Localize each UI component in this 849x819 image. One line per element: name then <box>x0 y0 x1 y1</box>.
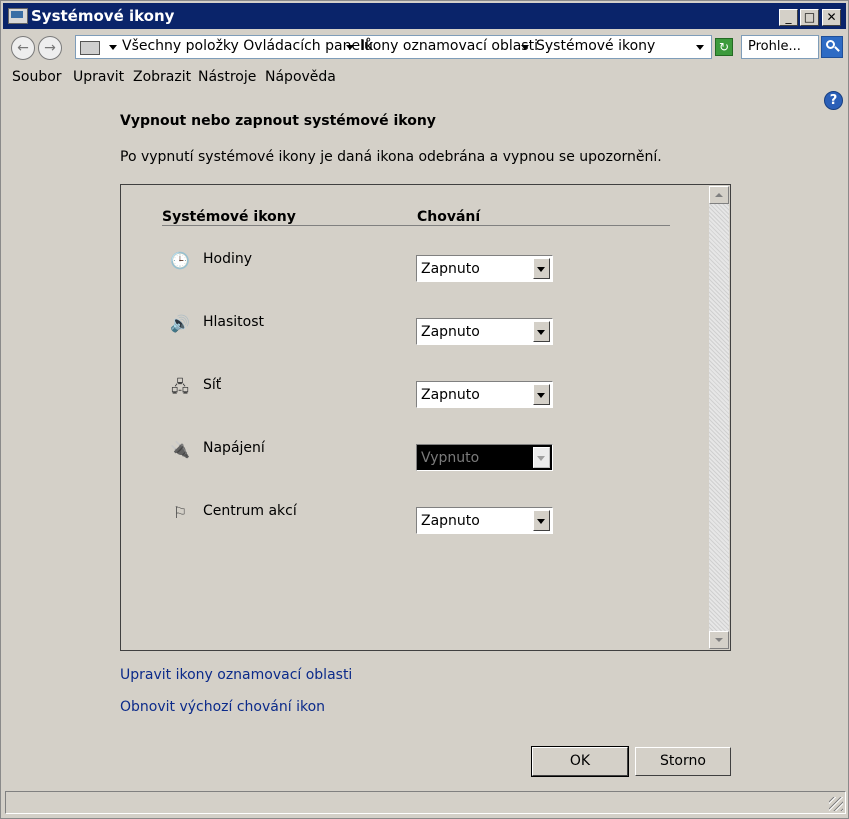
behavior-value: Zapnuto <box>421 387 480 403</box>
row-label-volume: Hlasitost <box>203 314 265 330</box>
restore-default-behavior-link[interactable]: Obnovit výchozí chování ikon <box>120 699 325 715</box>
behavior-value: Zapnuto <box>421 324 480 340</box>
help-icon[interactable]: ? <box>824 91 843 110</box>
behavior-value: Vypnuto <box>421 450 480 466</box>
menu-tools[interactable]: Nástroje <box>198 69 256 85</box>
chevron-down-icon[interactable] <box>109 45 117 50</box>
chevron-down-icon[interactable] <box>533 258 550 279</box>
chevron-down-icon[interactable] <box>346 45 354 50</box>
customize-notification-icons-link[interactable]: Upravit ikony oznamovací oblasti <box>120 667 352 683</box>
ok-button[interactable]: OK <box>531 746 629 777</box>
forward-button[interactable]: → <box>38 36 62 60</box>
page-description: Po vypnutí systémové ikony je daná ikona… <box>120 149 662 165</box>
clock-icon: 🕒 <box>170 251 190 270</box>
back-button[interactable]: ← <box>11 36 35 60</box>
speaker-icon: 🔊 <box>170 314 190 333</box>
breadcrumb-notification-icons[interactable]: Ikony oznamovací oblasti <box>361 38 538 54</box>
page-title: Vypnout nebo zapnout systémové ikony <box>120 113 436 129</box>
row-label-clock: Hodiny <box>203 251 253 267</box>
row-label-network: Síť <box>203 377 222 393</box>
menu-edit[interactable]: Upravit <box>73 69 124 85</box>
breadcrumb-all-items[interactable]: Všechny položky Ovládacích panelů <box>122 38 373 54</box>
chevron-down-icon[interactable] <box>533 384 550 405</box>
search-placeholder: Prohle... <box>748 39 801 54</box>
row-label-action-center: Centrum akcí <box>203 503 297 519</box>
behavior-select-clock[interactable]: Zapnuto <box>416 255 553 282</box>
scroll-down-button[interactable] <box>709 631 729 649</box>
close-button[interactable]: ✕ <box>822 9 841 26</box>
row-label-power: Napájení <box>203 440 265 456</box>
chevron-down-icon[interactable] <box>533 510 550 531</box>
refresh-button[interactable]: ↻ <box>715 38 733 56</box>
search-icon[interactable] <box>821 36 843 58</box>
address-row: ← → Všechny položky Ovládacích panelů Ik… <box>1 31 848 65</box>
control-panel-icon <box>80 41 100 55</box>
flag-icon: ⚐ <box>172 503 188 522</box>
cancel-button[interactable]: Storno <box>635 747 731 776</box>
search-input[interactable]: Prohle... <box>741 35 819 59</box>
status-bar <box>5 791 846 814</box>
vertical-scrollbar[interactable] <box>709 186 729 649</box>
chevron-down-icon[interactable] <box>521 45 529 50</box>
resize-grip[interactable] <box>829 797 843 811</box>
behavior-value: Zapnuto <box>421 513 480 529</box>
scroll-up-button[interactable] <box>709 186 729 204</box>
title-bar: Systémové ikony _ □ ✕ <box>3 3 846 29</box>
breadcrumb-system-icons[interactable]: Systémové ikony <box>536 38 655 54</box>
system-icons-list: Systémové ikony Chování 🕒 Hodiny Zapnuto… <box>120 184 731 651</box>
menu-bar: Soubor Upravit Zobrazit Nástroje Nápověd… <box>1 67 848 89</box>
network-icon: 🖧 <box>171 377 189 396</box>
minimize-button[interactable]: _ <box>779 9 798 26</box>
chevron-down-icon[interactable] <box>533 321 550 342</box>
behavior-select-volume[interactable]: Zapnuto <box>416 318 553 345</box>
computer-icon <box>8 8 28 24</box>
behavior-select-network[interactable]: Zapnuto <box>416 381 553 408</box>
address-dropdown-icon[interactable] <box>696 45 704 50</box>
power-icon: 🔌 <box>170 440 190 459</box>
behavior-value: Zapnuto <box>421 261 480 277</box>
window: Systémové ikony _ □ ✕ ← → Všechny položk… <box>0 0 849 819</box>
column-header-behavior: Chování <box>417 209 481 225</box>
behavior-select-power: Vypnuto <box>416 444 553 471</box>
menu-help[interactable]: Nápověda <box>265 69 336 85</box>
menu-file[interactable]: Soubor <box>12 69 62 85</box>
window-title: Systémové ikony <box>31 7 175 25</box>
chevron-down-icon <box>533 447 550 468</box>
header-divider <box>162 225 670 226</box>
column-header-icons: Systémové ikony <box>162 209 296 225</box>
maximize-button[interactable]: □ <box>800 9 819 26</box>
behavior-select-action-center[interactable]: Zapnuto <box>416 507 553 534</box>
menu-view[interactable]: Zobrazit <box>133 69 191 85</box>
address-bar[interactable]: Všechny položky Ovládacích panelů Ikony … <box>75 35 712 59</box>
